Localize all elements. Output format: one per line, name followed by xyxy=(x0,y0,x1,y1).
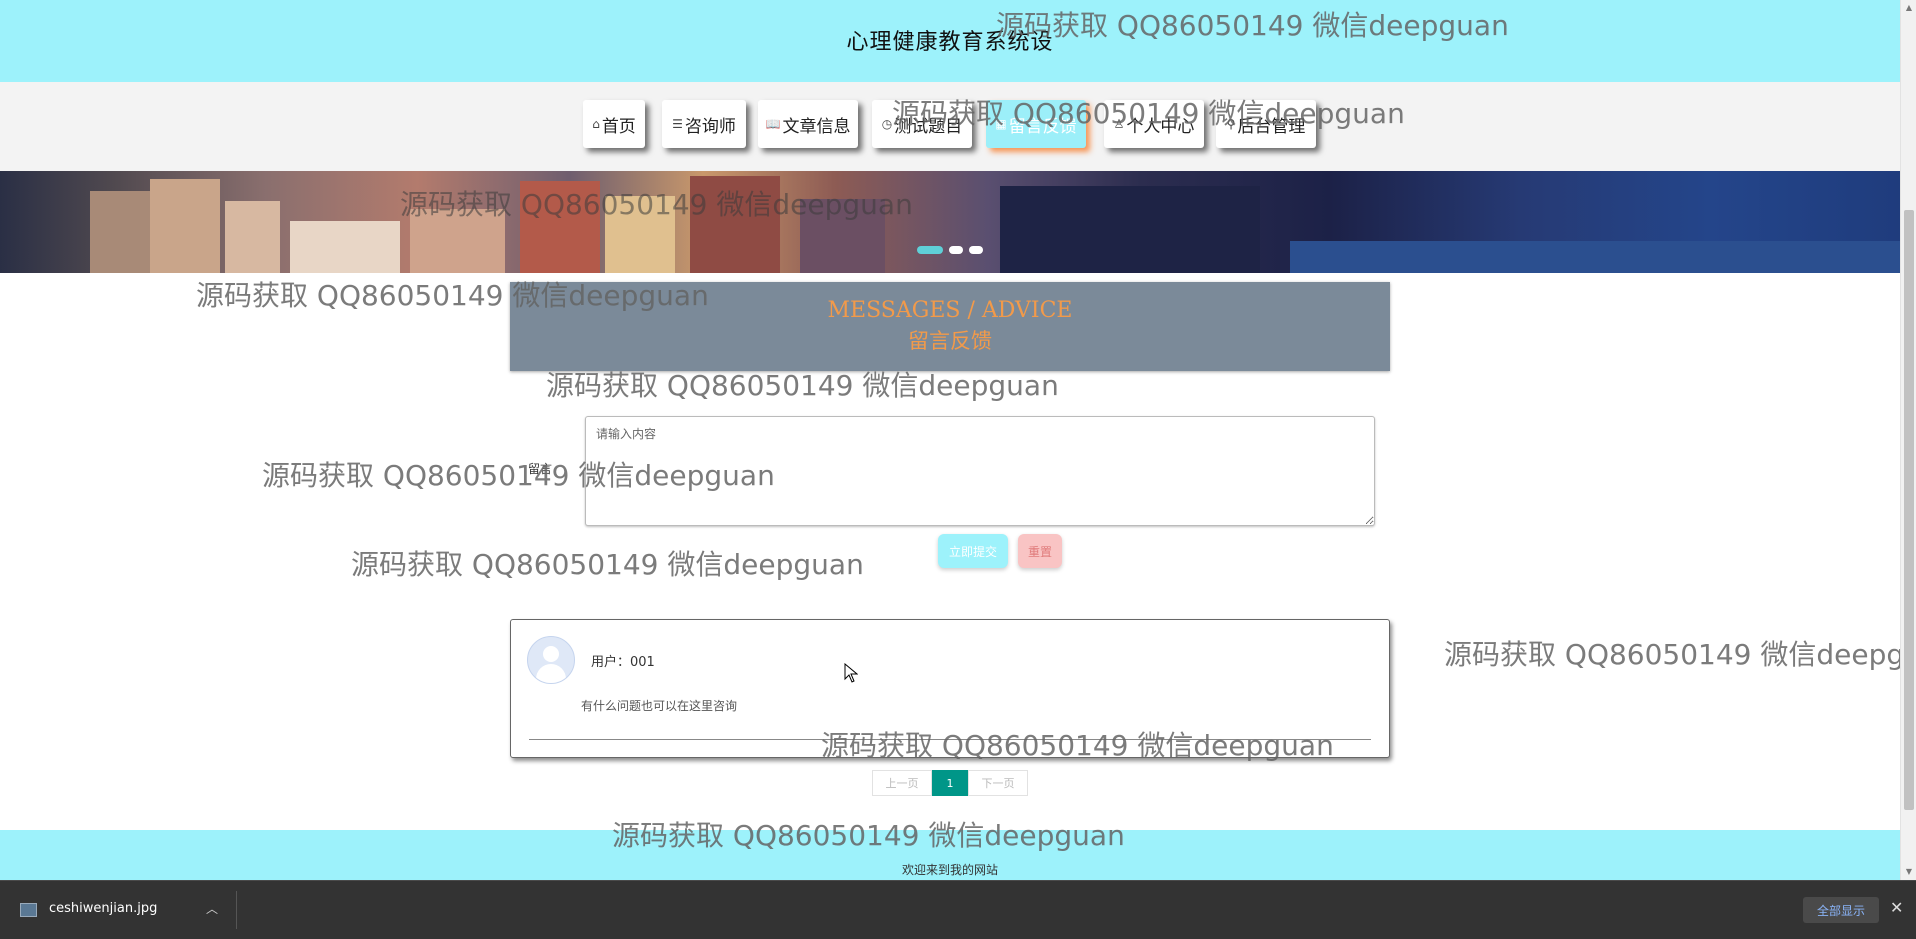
section-title-cn: 留言反馈 xyxy=(908,329,992,353)
current-page[interactable]: 1 xyxy=(932,770,968,796)
nav-item-profile[interactable]: ♙ 个人中心 xyxy=(1104,100,1204,148)
nav-item-home[interactable]: ⌂ 首页 xyxy=(583,100,645,148)
carousel-dots xyxy=(917,246,983,254)
carousel-dot[interactable] xyxy=(949,246,963,254)
nav-item-admin[interactable]: ⚲ 后台管理 xyxy=(1216,100,1316,148)
nav-label: 首页 xyxy=(601,116,636,137)
watermark-text: 源码获取 QQ86050149 微信deepguan xyxy=(1444,638,1900,671)
nav-label: 测试题目 xyxy=(894,116,963,137)
section-title-en: MESSAGES / ADVICE xyxy=(827,298,1073,323)
section-title: MESSAGES / ADVICE 留言反馈 xyxy=(510,282,1390,371)
nav-label: 留言反馈 xyxy=(1008,116,1077,137)
nav-item-tests[interactable]: ◷ 测试题目 xyxy=(872,100,972,148)
submit-button[interactable]: 立即提交 xyxy=(938,534,1008,568)
home-icon: ⌂ xyxy=(592,117,600,131)
pagination: 上一页 1 下一页 xyxy=(872,770,1028,796)
message-content: 有什么问题也可以在这里咨询 xyxy=(581,699,738,713)
image-file-icon xyxy=(20,903,37,917)
message-textarea[interactable] xyxy=(585,416,1375,526)
layers-icon: ☰ xyxy=(672,117,683,131)
nav-label: 咨询师 xyxy=(684,116,736,137)
carousel-dot[interactable] xyxy=(969,246,983,254)
nav-item-articles[interactable]: 📖 文章信息 xyxy=(758,100,858,148)
nav-item-feedback[interactable]: ▦ 留言反馈 xyxy=(986,100,1086,148)
grid-icon: ▦ xyxy=(995,117,1007,131)
clock-icon: ◷ xyxy=(881,117,893,131)
divider xyxy=(236,891,237,929)
user-icon: ♙ xyxy=(1113,117,1125,131)
next-page-button[interactable]: 下一页 xyxy=(968,770,1028,796)
page: 心理健康教育系统设 ⌂ 首页 ☰ 咨询师 📖 文章信息 ◷ 测试题目 ▦ 留言反馈 ♙ 个人… xyxy=(0,0,1900,880)
scroll-thumb[interactable] xyxy=(1904,210,1914,810)
nav-item-counselor[interactable]: ☰ 咨询师 xyxy=(662,100,746,148)
site-footer: 欢迎来到我的网站 xyxy=(0,830,1900,880)
book-icon: 📖 xyxy=(765,117,781,131)
vertical-scrollbar[interactable]: ▲ ▼ xyxy=(1900,0,1916,880)
avatar xyxy=(527,636,575,684)
close-icon[interactable]: ✕ xyxy=(1890,898,1903,917)
nav-label: 文章信息 xyxy=(782,116,851,137)
watermark-text: 源码获取 QQ86050149 微信deepguan xyxy=(351,548,864,581)
nav-label: 后台管理 xyxy=(1237,116,1306,137)
downloads-bar: ceshiwenjian.jpg ︿ 全部显示 ✕ xyxy=(0,880,1916,939)
nav-label: 个人中心 xyxy=(1126,116,1195,137)
divider xyxy=(529,739,1371,740)
download-file-name[interactable]: ceshiwenjian.jpg xyxy=(49,901,157,916)
prev-page-button[interactable]: 上一页 xyxy=(872,770,932,796)
message-user: 用户：001 xyxy=(591,655,655,670)
scroll-up-icon[interactable]: ▲ xyxy=(1901,0,1916,16)
link-icon: ⚲ xyxy=(1226,117,1236,131)
banner-carousel xyxy=(0,171,1900,273)
message-card: 用户：001 有什么问题也可以在这里咨询 xyxy=(510,619,1390,758)
carousel-dot[interactable] xyxy=(917,246,943,254)
message-label: 留言 xyxy=(528,462,553,476)
chevron-up-icon[interactable]: ︿ xyxy=(206,900,218,917)
scroll-down-icon[interactable]: ▼ xyxy=(1901,864,1916,880)
site-title: 心理健康教育系统设 xyxy=(846,30,1054,55)
main-nav: ⌂ 首页 ☰ 咨询师 📖 文章信息 ◷ 测试题目 ▦ 留言反馈 ♙ 个人中心 ⚲ 后台管理 xyxy=(0,82,1900,171)
show-all-button[interactable]: 全部显示 xyxy=(1803,897,1879,923)
reset-button[interactable]: 重置 xyxy=(1018,534,1062,568)
footer-text: 欢迎来到我的网站 xyxy=(901,863,998,877)
site-header: 心理健康教育系统设 xyxy=(0,0,1900,83)
